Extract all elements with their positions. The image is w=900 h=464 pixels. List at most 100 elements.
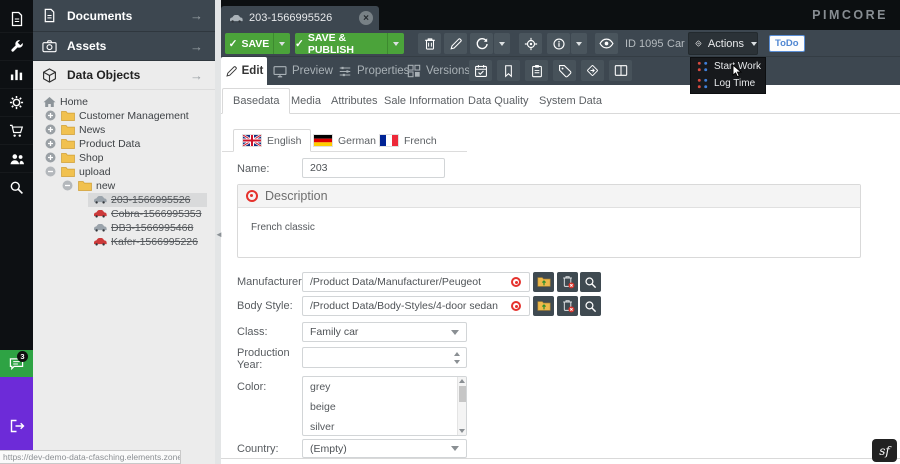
expand-plus-icon[interactable] (45, 138, 56, 149)
collapse-minus-icon[interactable] (62, 180, 73, 191)
open-object-tab[interactable]: 203-1566995526 × (221, 6, 379, 30)
name-input[interactable] (302, 158, 445, 178)
tags-button[interactable] (553, 60, 576, 81)
open-preview-button[interactable] (595, 33, 618, 54)
panel-splitter[interactable]: ◄ (215, 0, 221, 464)
tab-versions[interactable]: Versions (407, 57, 470, 85)
tab-preview[interactable]: Preview (273, 57, 333, 85)
accordion-data-objects[interactable]: Data Objects → (33, 61, 215, 90)
accordion-assets[interactable]: Assets → (33, 32, 215, 61)
tree-item-news[interactable]: News (33, 123, 215, 137)
country-select[interactable]: (Empty) (302, 439, 467, 458)
tab-properties-label: Properties (357, 65, 409, 77)
rename-button[interactable] (444, 33, 467, 54)
sidebar-item-tools[interactable] (0, 33, 33, 61)
workflow-button[interactable] (581, 60, 604, 81)
production-year-spinner[interactable] (302, 347, 467, 368)
compare-columns-button[interactable] (609, 60, 632, 81)
expand-plus-icon[interactable] (45, 124, 56, 135)
class-select[interactable]: Family car (302, 322, 467, 342)
tab-attributes[interactable]: Attributes (331, 88, 377, 114)
object-id-text: ID 1095 (625, 38, 664, 50)
expand-plus-icon[interactable] (45, 152, 56, 163)
sidebar-item-search[interactable] (0, 173, 33, 201)
body-style-search-button[interactable] (580, 296, 601, 316)
save-dropdown-button[interactable] (273, 33, 290, 54)
sidebar-item-reports[interactable] (0, 61, 33, 89)
reload-button[interactable] (470, 33, 493, 54)
sidebar-item-users[interactable] (0, 145, 33, 173)
home-icon (43, 96, 56, 108)
tab-data-quality[interactable]: Data Quality (468, 88, 529, 114)
listbox-scrollbar[interactable] (457, 377, 466, 435)
manufacturer-open-folder-button[interactable] (533, 272, 554, 292)
sidebar-item-ecommerce[interactable] (0, 117, 33, 145)
tree-item-db3[interactable]: DB3-1566995468 (33, 221, 215, 235)
description-title: Description (265, 189, 328, 203)
info-dropdown-button[interactable] (571, 33, 587, 54)
color-option-grey[interactable]: grey (303, 377, 466, 397)
documents-icon (42, 8, 57, 23)
tree-item-product-data[interactable]: Product Data (33, 137, 215, 151)
tree-item-customer-management[interactable]: Customer Management (33, 109, 215, 123)
tab-lang-english[interactable]: English (233, 129, 311, 152)
notes-button[interactable] (525, 60, 548, 81)
manufacturer-search-button[interactable] (580, 272, 601, 292)
tab-lang-french[interactable]: French (380, 129, 437, 152)
save-publish-button[interactable]: ✓SAVE & PUBLISH (295, 33, 387, 54)
tab-basedata[interactable]: Basedata (222, 88, 290, 114)
tree-item-new[interactable]: new (33, 179, 215, 193)
tab-edit[interactable]: Edit (221, 57, 267, 85)
tree-item-kafer[interactable]: Kafer-1566995226 (33, 235, 215, 249)
collapse-panel-icon[interactable]: ◄ (215, 230, 223, 239)
collapse-minus-icon[interactable] (45, 166, 56, 177)
expand-plus-icon[interactable] (45, 110, 56, 121)
info-button[interactable] (547, 33, 570, 54)
sidebar-item-settings[interactable] (0, 89, 33, 117)
menu-item-label: Start Work (714, 61, 761, 72)
tab-sale-information[interactable]: Sale Information (384, 88, 464, 114)
tree-item-home[interactable]: Home (33, 95, 215, 109)
tree-item-203-selected[interactable]: 203-1566995526 (33, 193, 215, 207)
accordion-documents[interactable]: Documents → (33, 0, 215, 32)
french-flag-icon (380, 135, 398, 146)
delete-button[interactable] (418, 33, 441, 54)
reload-dropdown-button[interactable] (494, 33, 510, 54)
manufacturer-input[interactable]: /Product Data/Manufacturer/Peugeot (302, 272, 530, 292)
color-option-beige[interactable]: beige (303, 397, 466, 417)
tab-properties[interactable]: Properties (338, 57, 409, 85)
tree-item-upload[interactable]: upload (33, 165, 215, 179)
tab-system-data[interactable]: System Data (539, 88, 602, 114)
save-button[interactable]: ✓SAVE (225, 33, 273, 54)
locate-in-tree-button[interactable] (519, 33, 542, 54)
body-style-remove-button[interactable] (557, 296, 578, 316)
description-panel-header[interactable]: Description (238, 185, 860, 208)
manufacturer-remove-button[interactable] (557, 272, 578, 292)
tab-lang-german[interactable]: German (314, 129, 376, 152)
actions-dropdown-button[interactable]: Actions (688, 32, 758, 55)
menu-item-start-work[interactable]: Start Work (691, 58, 765, 75)
scroll-down-icon[interactable] (459, 429, 465, 433)
menu-item-log-time[interactable]: Log Time (691, 75, 765, 92)
spinner-up-icon[interactable] (454, 352, 460, 356)
workflow-dots-icon (697, 78, 708, 89)
spinner-down-icon[interactable] (454, 360, 460, 364)
tree-item-shop[interactable]: Shop (33, 151, 215, 165)
description-value[interactable]: French classic (238, 208, 860, 233)
close-tab-icon[interactable]: × (359, 11, 373, 25)
body-style-open-folder-button[interactable] (533, 296, 554, 316)
scheduler-button[interactable] (469, 60, 492, 81)
manufacturer-label: Manufacturer: (237, 276, 305, 288)
tree-item-cobra[interactable]: Cobra-1566995353 (33, 207, 215, 221)
save-publish-label: SAVE & PUBLISH (308, 32, 387, 56)
scrollbar-thumb[interactable] (459, 386, 466, 402)
sidebar-item-documents[interactable] (0, 5, 33, 33)
save-publish-dropdown-button[interactable] (387, 33, 404, 54)
scroll-up-icon[interactable] (459, 379, 465, 383)
logout-button[interactable] (9, 419, 25, 436)
tab-media[interactable]: Media (291, 88, 321, 114)
body-style-input[interactable]: /Product Data/Body-Styles/4-door sedan (302, 296, 530, 316)
bookmark-button[interactable] (497, 60, 520, 81)
symfony-debug-badge[interactable]: sf (872, 439, 897, 462)
color-option-silver[interactable]: silver (303, 417, 466, 436)
